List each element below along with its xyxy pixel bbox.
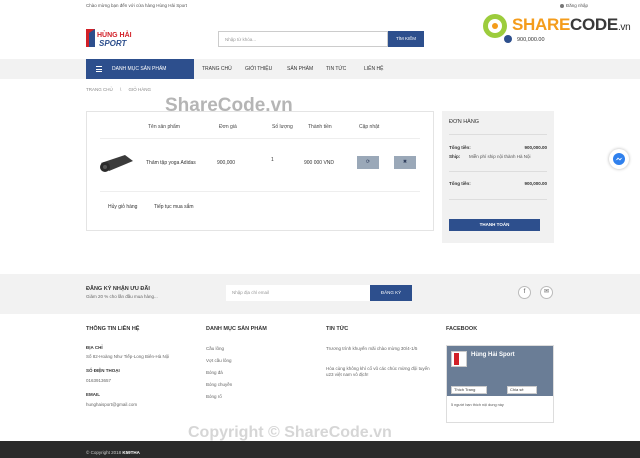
nav-item-home[interactable]: TRANG CHỦ [202,59,232,79]
footer-category-link[interactable]: Bóng rổ [206,394,222,399]
quantity-input[interactable]: 1 [271,157,274,163]
checkout-button[interactable]: THANH TOÁN [449,219,540,231]
email-label: EMAIL [86,392,100,397]
sharecode-share: SHARE [512,15,571,34]
messenger-icon [613,153,625,165]
messenger-chat-button[interactable] [609,149,629,169]
order-title: ĐƠN HÀNG [449,119,480,125]
ship-value: Miễn phí ship nội thành Hà Nội [469,154,531,159]
watermark-bottom: Copyright © ShareCode.vn [188,424,392,441]
logo-line2: SPORT [99,39,128,48]
facebook-page-widget[interactable]: Hùng Hải Sport Thích Trang Chia sẻ 5 ngư… [446,345,554,423]
divider [449,171,547,172]
category-menu-button[interactable]: DANH MỤC SẢN PHẨM [86,59,194,79]
facebook-like-button[interactable]: Thích Trang [451,386,487,394]
divider [100,191,420,192]
cancel-cart-link[interactable]: Hủy giỏ hàng [108,204,137,210]
cart-row-name[interactable]: Thảm tập yoga Adidas [146,160,196,166]
nav-item-about[interactable]: GIỚI THIỆU [245,59,272,79]
copyright: © Copyright 2018 K59THA [86,450,140,455]
breadcrumb-separator: \ [120,87,122,92]
email-value: hunghaisport@gmail.com [86,402,138,407]
continue-shopping-link[interactable]: Tiếp tục mua sắm [154,204,194,210]
sharecode-tld: .vn [617,22,631,33]
address-label: ĐỊA CHỈ [86,345,103,350]
sharecode-code: CODE [570,15,618,34]
logo-line1: HÙNG HẢI [97,30,132,39]
close-icon: ✖ [402,159,408,165]
refresh-icon: ⟳ [365,159,371,165]
footer-news-heading: TIN TỨC [326,326,349,332]
cart-icon[interactable] [504,35,512,43]
footer-category-link[interactable]: Cầu lông [206,346,224,351]
header-line-total: Thành tiền [308,124,332,130]
watermark-center: ShareCode.vn [165,95,293,116]
facebook-page-name: Hùng Hải Sport [471,352,515,358]
ship-label: Ship: [449,154,461,159]
facebook-icon[interactable]: f [518,286,531,299]
newsletter-title: ĐĂNG KÝ NHẬN ƯU ĐÃI [86,286,150,292]
divider [449,199,547,200]
total-label: Tổng tiền: [449,181,471,186]
product-image-yoga-mat[interactable] [97,147,137,177]
copyright-text: © Copyright 2018 [86,450,122,455]
footer-categories-heading: DANH MỤC SẢN PHẨM [206,326,267,332]
facebook-share-button[interactable]: Chia sẻ [507,386,537,394]
subtotal-label: Tổng tiền: [449,145,471,150]
hamburger-icon [96,66,102,72]
subscribe-button[interactable]: ĐĂNG KÝ [370,285,412,301]
user-icon [560,3,564,8]
email-field[interactable]: Nhập địa chỉ email [226,285,370,301]
cart-total[interactable]: 900,000.00 [517,37,545,43]
delete-button[interactable]: ✖ [394,156,416,169]
login-link[interactable]: Đăng nhập [560,3,588,8]
footer-facebook-heading: FACEBOOK [446,326,478,332]
copyright-brand: K59THA [122,450,140,455]
footer-category-link[interactable]: Vợt cầu lông [206,358,231,363]
footer-news-link[interactable]: Hòa cùng không khí cổ vũ các chúc mừng đ… [326,366,434,378]
update-button[interactable]: ⟳ [357,156,379,169]
facebook-friends-text: 5 người bạn thích nội dung này [451,403,504,407]
cart-row-total: 900 000 VND [304,160,335,166]
subtotal-value: 900,000.00 [524,145,547,150]
address-value: Số 82-Hoàng Như Tiếp-Long Biên-Hà Nội [86,354,170,359]
sharecode-logo-text: SHARECODE.vn [512,15,631,35]
footer-category-link[interactable]: Bóng chuyền [206,382,232,387]
total-value: 900,000.00 [524,181,547,186]
breadcrumb: TRANG CHỦ \ GIỎ HÀNG [86,87,151,92]
nav-item-contact[interactable]: LIÊN HỆ [364,59,383,79]
nav-item-news[interactable]: TIN TỨC [326,59,346,79]
phone-label: SỐ ĐIỆN THOẠI [86,368,120,373]
divider [449,134,547,135]
nav-item-products[interactable]: SẢN PHẨM [287,59,313,79]
phone-value: 0163913657 [86,378,112,383]
divider [100,138,420,139]
footer-category-link[interactable]: Bóng đá [206,370,223,375]
breadcrumb-home[interactable]: TRANG CHỦ [86,87,113,92]
header-update: Cập nhật [359,124,380,130]
cart-panel [86,111,434,231]
facebook-page-avatar [451,351,467,367]
header-unit-price: Đơn giá [219,124,237,130]
search-button[interactable]: TÌM KIẾM [388,31,424,47]
breadcrumb-current: GIỎ HÀNG [128,87,152,92]
footer-contact-heading: THÔNG TIN LIÊN HỆ [86,326,140,332]
mail-icon[interactable]: ✉ [540,286,553,299]
site-logo[interactable]: HÙNG HẢI SPORT [86,27,140,49]
footer-news-link[interactable]: Trương trình khuyến mãi chào mừng 30/4-1… [326,346,434,352]
header-quantity: Số lượng [272,124,293,130]
login-label: Đăng nhập [566,3,589,8]
welcome-text: Chào mừng bạn đến với cửa hàng Hùng Hải … [86,3,188,8]
search-input[interactable]: Nhập từ khóa... [218,31,388,47]
newsletter-subtitle: Giảm 20 % cho lần đầu mua hàng... [86,294,158,299]
cart-row-price: 900,000 [217,160,236,166]
header-product-name: Tên sản phẩm [148,124,180,130]
